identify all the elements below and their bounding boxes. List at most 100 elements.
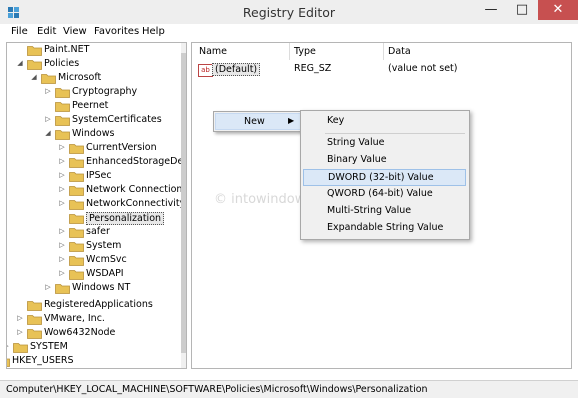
column-header-type[interactable]: Type	[294, 46, 316, 57]
close-button[interactable]: ✕	[538, 0, 578, 20]
expand-arrow-icon[interactable]: ▷	[57, 269, 67, 277]
tree-item[interactable]: ▷ WSDAPI	[59, 268, 177, 282]
menu-favorites[interactable]: Favorites	[94, 26, 139, 37]
tree-item-label: Peernet	[72, 100, 109, 111]
tree-item[interactable]: ▷ Wow6432Node	[17, 327, 177, 341]
tree-item-label: Network Connections	[86, 184, 187, 195]
expand-arrow-icon[interactable]: ▷	[57, 255, 67, 263]
folder-icon	[55, 284, 70, 294]
expand-arrow-icon[interactable]: ▷	[57, 185, 67, 193]
tree-item-label: IPSec	[86, 170, 112, 181]
new-submenu: Key String Value Binary Value DWORD (32-…	[300, 110, 470, 240]
expand-arrow-icon[interactable]: ▷	[15, 328, 25, 336]
menu-help[interactable]: Help	[142, 26, 165, 37]
expand-arrow-icon[interactable]: ▷	[15, 314, 25, 322]
tree-item[interactable]: ▷ System	[59, 240, 177, 254]
collapse-arrow-icon[interactable]: ◢	[43, 129, 53, 137]
scrollbar-thumb[interactable]	[181, 53, 186, 353]
title-bar[interactable]: Registry Editor — □ ✕	[0, 0, 578, 24]
tree-item[interactable]: HKEY_USERS	[7, 355, 177, 368]
tree-item[interactable]: ▷ NetworkConnectivityS	[59, 198, 186, 212]
tree-item-label: RegisteredApplications	[44, 299, 153, 310]
tree-item[interactable]: ▷ SystemCertificates	[45, 114, 177, 128]
tree-item[interactable]: ▷ SYSTEM	[7, 341, 177, 355]
expand-arrow-icon[interactable]: ▷	[43, 115, 53, 123]
value-type: REG_SZ	[294, 63, 332, 74]
submenu-item-qword-value[interactable]: QWORD (64-bit) Value	[303, 186, 466, 203]
expand-arrow-icon[interactable]: ▷	[57, 143, 67, 151]
folder-icon	[69, 270, 84, 280]
submenu-item-expandable-string-value[interactable]: Expandable String Value	[303, 220, 466, 237]
submenu-item-label: DWORD (32-bit) Value	[328, 172, 434, 183]
registry-tree[interactable]: Paint.NET ◢ Policies ◢ Microsoft ▷ Cryptograph…	[6, 42, 187, 369]
tree-item-label: SYSTEM	[30, 341, 68, 352]
tree-item-label: Wow6432Node	[44, 327, 116, 338]
submenu-item-multi-string-value[interactable]: Multi-String Value	[303, 203, 466, 220]
tree-item[interactable]: ▷ Network Connections	[59, 184, 186, 198]
column-divider[interactable]	[289, 43, 290, 60]
submenu-item-dword-value[interactable]: DWORD (32-bit) Value	[303, 169, 466, 186]
submenu-item-label: Key	[327, 115, 345, 126]
tree-item[interactable]: ▷ safer	[59, 226, 177, 240]
folder-icon	[69, 144, 84, 154]
tree-item[interactable]: ◢ Windows	[45, 128, 177, 142]
tree-item[interactable]: ▷ EnhancedStorageDevi	[59, 156, 186, 170]
folder-icon	[69, 214, 84, 224]
expand-arrow-icon[interactable]: ▷	[7, 342, 11, 350]
submenu-arrow-icon: ▶	[288, 116, 295, 125]
menu-edit[interactable]: Edit	[37, 26, 56, 37]
tree-item-label: Windows NT	[72, 282, 131, 293]
tree-item-label: Windows	[72, 128, 115, 139]
collapse-arrow-icon[interactable]: ◢	[15, 59, 25, 67]
submenu-item-key[interactable]: Key	[303, 113, 466, 130]
expand-arrow-icon[interactable]: ▷	[57, 157, 67, 165]
tree-item[interactable]: ▷ IPSec	[59, 170, 177, 184]
tree-item[interactable]: RegisteredApplications	[27, 299, 177, 313]
expand-arrow-icon[interactable]: ▷	[57, 227, 67, 235]
tree-item[interactable]: ◢ Policies	[17, 58, 177, 72]
folder-icon	[27, 301, 42, 311]
expand-arrow-icon[interactable]: ▷	[43, 87, 53, 95]
tree-item[interactable]: Paint.NET	[27, 44, 177, 58]
minimize-button[interactable]: —	[476, 0, 506, 20]
menu-item-new[interactable]: New ▶	[215, 113, 301, 130]
expand-arrow-icon[interactable]: ▷	[57, 241, 67, 249]
menu-file[interactable]: File	[11, 26, 28, 37]
tree-item-label: WSDAPI	[86, 268, 124, 279]
submenu-item-label: Multi-String Value	[327, 205, 412, 216]
folder-icon	[69, 228, 84, 238]
tree-item[interactable]: ▷ WcmSvc	[59, 254, 177, 268]
column-divider[interactable]	[383, 43, 384, 60]
tree-item[interactable]: ▷ VMware, Inc.	[17, 313, 177, 327]
value-name: (Default)	[212, 63, 261, 76]
string-value-icon: ab	[198, 64, 213, 77]
expand-arrow-icon[interactable]: ▷	[57, 171, 67, 179]
column-header-data[interactable]: Data	[388, 46, 411, 57]
collapse-arrow-icon[interactable]: ◢	[29, 73, 39, 81]
folder-icon	[69, 256, 84, 266]
folder-icon	[69, 186, 84, 196]
expand-arrow-icon[interactable]: ▷	[43, 283, 53, 291]
folder-icon	[41, 74, 56, 84]
tree-item-label: Paint.NET	[44, 44, 90, 55]
folder-icon	[27, 46, 42, 56]
submenu-item-label: Expandable String Value	[327, 222, 444, 233]
tree-item[interactable]: Peernet	[55, 100, 177, 114]
tree-item[interactable]: ▷ CurrentVersion	[59, 142, 177, 156]
status-bar: Computer\HKEY_LOCAL_MACHINE\SOFTWARE\Pol…	[0, 380, 578, 398]
submenu-item-binary-value[interactable]: Binary Value	[303, 152, 466, 169]
tree-vertical-scrollbar[interactable]	[181, 43, 186, 368]
expand-arrow-icon[interactable]: ▷	[57, 199, 67, 207]
tree-item[interactable]: ◢ Microsoft	[31, 72, 177, 86]
submenu-item-string-value[interactable]: String Value	[303, 135, 466, 152]
tree-item-label: Personalization	[86, 212, 165, 225]
maximize-button[interactable]: □	[507, 0, 537, 20]
column-header-name[interactable]: Name	[199, 46, 227, 57]
tree-item[interactable]: ▷ Cryptography	[45, 86, 177, 100]
menu-bar: File Edit View Favorites Help	[0, 24, 578, 41]
tree-item[interactable]: Personalization	[69, 212, 177, 226]
tree-item-label: Policies	[44, 58, 80, 69]
menu-view[interactable]: View	[63, 26, 87, 37]
tree-item-label: Cryptography	[72, 86, 138, 97]
tree-item[interactable]: ▷ Windows NT	[45, 282, 177, 296]
